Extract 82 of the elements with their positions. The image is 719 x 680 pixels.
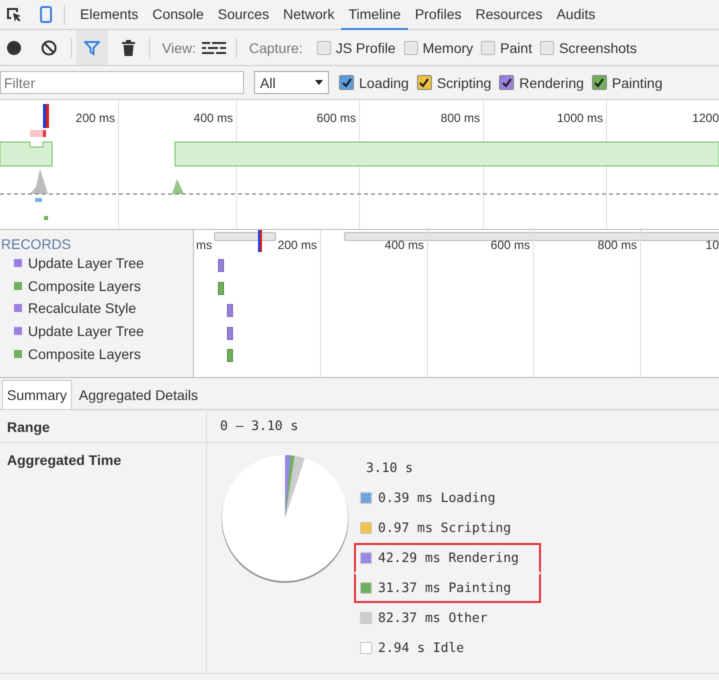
filter-field[interactable]: Filter	[0, 71, 244, 94]
checkbox-label[interactable]: Memory	[422, 40, 474, 56]
legend-text: 0.39 ms Loading	[378, 490, 496, 506]
range-value: 0 – 3.10 s	[219, 418, 300, 436]
category-label[interactable]: Rendering	[519, 74, 584, 90]
category-checkbox[interactable]	[416, 75, 432, 90]
record-bar	[227, 304, 233, 318]
panel-tab[interactable]: Sources	[210, 0, 276, 30]
trash-icon[interactable]	[122, 40, 135, 56]
time-tick-label: 400 ms	[384, 238, 424, 252]
checkbox-label[interactable]: Paint	[500, 40, 532, 56]
record-bar	[218, 282, 224, 295]
record-name: Update Layer Tree	[28, 255, 144, 272]
clear-icon[interactable]	[41, 40, 57, 56]
panel-tab[interactable]: Network	[276, 0, 342, 30]
record-row[interactable]: Composite Layers	[0, 342, 193, 365]
filter-button[interactable]	[76, 30, 108, 65]
record-name: Composite Layers	[28, 346, 141, 362]
detail-tab[interactable]: Aggregated Details	[74, 380, 203, 409]
time-tick-label: ms	[196, 238, 212, 252]
overview-scroll-thumb[interactable]	[214, 232, 276, 241]
overview-scroll-thumb[interactable]	[344, 232, 719, 241]
record-row[interactable]: Update Layer Tree	[0, 320, 193, 342]
time-tick-label: 600 ms	[490, 238, 530, 252]
time-tick-label: 800 ms	[440, 111, 480, 125]
records-header: RECORDS	[0, 235, 72, 252]
total-time: 3.10 s	[366, 460, 414, 478]
filter-icon	[84, 40, 100, 56]
checkbox[interactable]	[404, 40, 418, 54]
time-tick-label: 1200	[692, 111, 719, 125]
record-bar	[227, 349, 233, 362]
checkbox-label[interactable]: Screenshots	[559, 40, 637, 56]
view-label: View:	[162, 40, 196, 56]
frame-marker	[258, 230, 262, 252]
category-checkbox[interactable]	[592, 75, 607, 90]
legend-text: 0.97 ms Scripting	[378, 520, 512, 536]
time-tick-label: 200 ms	[76, 111, 115, 125]
checkbox[interactable]	[316, 40, 331, 54]
level-dropdown[interactable]: All	[254, 71, 329, 94]
legend-text: 42.29 ms Rendering	[378, 550, 519, 566]
dropdown-arrow-icon	[315, 80, 323, 85]
detail-tab[interactable]: Summary	[2, 380, 72, 409]
category-label[interactable]: Loading	[359, 74, 409, 90]
category-checkbox[interactable]	[499, 75, 514, 90]
time-tick-label: 1000 ms	[556, 111, 603, 125]
record-bar	[218, 259, 224, 272]
panel-tab[interactable]: Elements	[73, 0, 146, 30]
time-tick-label: 800 ms	[598, 238, 637, 252]
view-mode-icon[interactable]	[202, 42, 226, 54]
panel-tab[interactable]: Console	[145, 0, 211, 30]
time-tick-label: 10	[706, 238, 719, 252]
aggregated-time-label: Aggregated Time	[0, 443, 207, 673]
legend-text: 2.94 s Idle	[378, 640, 464, 656]
capture-label: Capture:	[248, 40, 303, 56]
panel-tab[interactable]: Resources	[468, 0, 550, 30]
record-name: Recalculate Style	[28, 300, 136, 316]
category-label[interactable]: Painting	[612, 74, 662, 90]
range-label: Range	[0, 410, 207, 442]
time-tick-label: 400 ms	[194, 111, 233, 125]
record-icon[interactable]	[7, 40, 21, 54]
record-name: Update Layer Tree	[28, 323, 144, 340]
frame-bar-drawing	[30, 130, 46, 137]
time-tick-label: 600 ms	[316, 111, 356, 125]
inspect-icon[interactable]	[6, 6, 22, 22]
legend-text: 31.37 ms Painting	[378, 580, 512, 596]
record-bar	[227, 326, 233, 340]
checkbox[interactable]	[540, 40, 554, 54]
checkbox-label[interactable]: JS Profile	[336, 40, 396, 56]
category-checkbox[interactable]	[339, 75, 354, 90]
checkbox[interactable]	[481, 40, 496, 54]
record-name: Composite Layers	[28, 278, 141, 294]
record-row[interactable]: Update Layer Tree	[0, 252, 193, 275]
panel-tab[interactable]: Profiles	[408, 0, 469, 30]
time-tick-label: 200 ms	[278, 238, 317, 252]
event-marks-drawing	[35, 198, 48, 220]
record-row[interactable]: Composite Layers	[0, 274, 193, 298]
legend-text: 82.37 ms Other	[378, 610, 488, 626]
category-label[interactable]: Scripting	[436, 74, 492, 90]
record-row[interactable]: Recalculate Style	[0, 297, 193, 320]
panel-tab[interactable]: Audits	[549, 0, 602, 30]
frame-marker-drawing	[43, 104, 49, 128]
device-icon[interactable]	[40, 6, 52, 23]
